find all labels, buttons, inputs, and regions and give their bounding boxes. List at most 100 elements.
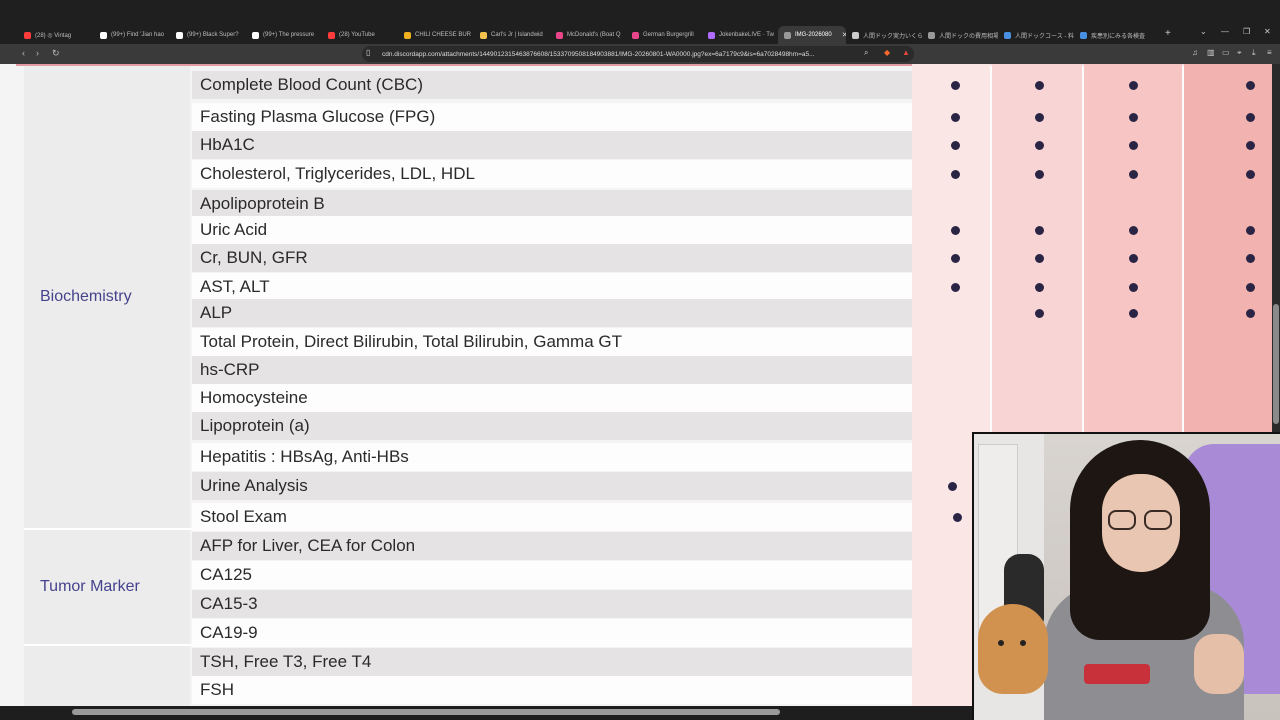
category-tumor-marker: Tumor Marker	[24, 530, 190, 644]
table-row: Uric Acid	[192, 216, 912, 244]
tab-label: IMG-2026080	[795, 32, 832, 38]
tab-label: (28) YouTube	[339, 32, 375, 38]
table-row: Complete Blood Count (CBC)	[192, 71, 912, 99]
maximize-icon[interactable]: ❐	[1243, 27, 1250, 36]
menu-icon[interactable]: ≡	[1267, 48, 1272, 57]
browser-tab[interactable]: Carl's Jr | Islandwid	[474, 26, 550, 44]
browser-tab[interactable]: 人間ドックの費用相場	[922, 26, 998, 44]
address-toolbar: ‹ › ↻ cdn.discordapp.com/attachments/144…	[0, 44, 1280, 64]
sidebar-icon[interactable]: ▥	[1207, 48, 1215, 57]
new-tab-plus-icon[interactable]: +	[1165, 28, 1171, 39]
minimize-icon[interactable]: —	[1221, 27, 1229, 36]
globe-icon	[784, 31, 791, 39]
test-name: ALP	[200, 303, 233, 322]
included-mark-dot	[1246, 170, 1255, 179]
browser-tab[interactable]: (99+) The pressure	[246, 26, 322, 44]
browser-tab[interactable]: 疾患別にみる各検査	[1074, 26, 1150, 44]
category-label: Tumor Marker	[40, 578, 140, 595]
included-mark-dot	[1246, 226, 1255, 235]
wallet-icon[interactable]: ▭	[1222, 48, 1230, 57]
download-icon[interactable]: ⤓	[1252, 48, 1256, 58]
star-icon	[404, 31, 411, 39]
included-mark-dot	[1246, 309, 1255, 318]
browser-tab[interactable]: German Burgergrill	[626, 26, 702, 44]
close-window-icon[interactable]: ✕	[1264, 27, 1271, 36]
plush-dog	[978, 604, 1048, 694]
browser-tab[interactable]: (28) ◎ Vintag	[18, 26, 94, 44]
tab-label: German Burgergrill	[643, 32, 694, 38]
table-row: Hepatitis : HBsAg, Anti-HBs	[192, 443, 912, 471]
brave-rewards-icon[interactable]: ▲	[902, 48, 910, 57]
browser-tab[interactable]: 人間ドックコース - 料金	[998, 26, 1074, 44]
browser-window: (28) ◎ Vintag (99+) Find 'Jian hao (99+) B…	[0, 0, 1280, 720]
tab-label: Carl's Jr | Islandwid	[491, 32, 543, 38]
browser-tab[interactable]: (99+) Black Super?	[170, 26, 246, 44]
glasses-left	[1108, 510, 1136, 530]
tiktok-icon	[176, 31, 183, 39]
browser-tab[interactable]: 人間ドック実力いくら	[846, 26, 922, 44]
included-mark-dot	[1035, 113, 1044, 122]
table-row: Urine Analysis	[192, 472, 912, 500]
table-row: TSH, Free T3, Free T4	[192, 648, 912, 676]
included-mark-dot	[1129, 283, 1138, 292]
reload-icon[interactable]: ↻	[52, 48, 60, 59]
test-name: AFP for Liver, CEA for Colon	[200, 536, 416, 555]
browser-tab[interactable]: (99+) Find 'Jian hao	[94, 26, 170, 44]
back-icon[interactable]: ‹	[22, 48, 25, 58]
browser-tab[interactable]: McDonald's (Boat Q	[550, 26, 626, 44]
table-row: AFP for Liver, CEA for Colon	[192, 532, 912, 560]
included-mark-dot	[953, 513, 962, 522]
included-mark-dot	[1129, 141, 1138, 150]
forward-icon[interactable]: ›	[36, 48, 39, 58]
included-mark-dot	[1035, 141, 1044, 150]
table-row: Lipoprotein (a)	[192, 412, 912, 440]
tab-label: (99+) The pressure	[263, 32, 315, 38]
browser-tab[interactable]: IMG-2026080 ✕	[778, 26, 846, 44]
test-name: Homocysteine	[200, 388, 308, 407]
test-name: CA125	[200, 565, 252, 584]
vpn-icon[interactable]: ⌖	[1237, 48, 1242, 58]
category-biochemistry: Biochemistry	[24, 66, 190, 528]
media-icon[interactable]: ♫	[1192, 48, 1198, 57]
table-row: ALP	[192, 299, 912, 327]
table-row: Apolipoprotein B	[192, 190, 912, 218]
brave-shield-icon[interactable]: ◆	[884, 48, 890, 57]
tiktok-icon	[100, 31, 107, 39]
browser-tab[interactable]: CHILI CHEESE BUR	[398, 26, 474, 44]
globe-icon	[928, 31, 935, 39]
table-row: Fasting Plasma Glucose (FPG)	[192, 103, 912, 131]
test-name: Cr, BUN, GFR	[200, 248, 308, 267]
included-mark-dot	[1129, 81, 1138, 90]
tab-label: (99+) Black Super?	[187, 32, 239, 38]
table-row: Homocysteine	[192, 384, 912, 412]
test-name: Hepatitis : HBsAg, Anti-HBs	[200, 447, 409, 466]
tab-label: 人間ドックの費用相場	[939, 33, 998, 40]
zoom-icon[interactable]: ⌕	[864, 48, 868, 58]
tab-search-chevron-icon[interactable]: ⌄	[1200, 27, 1207, 36]
browser-tab[interactable]: (28) YouTube	[322, 26, 398, 44]
test-name: Complete Blood Count (CBC)	[200, 75, 423, 94]
streamer-hand	[1194, 634, 1244, 694]
doc-icon	[556, 31, 563, 39]
included-mark-dot	[951, 81, 960, 90]
test-name: Apolipoprotein B	[200, 194, 325, 213]
test-name: hs-CRP	[200, 360, 260, 379]
vertical-scroll-thumb[interactable]	[1273, 304, 1279, 424]
test-name: Lipoprotein (a)	[200, 416, 310, 435]
bookmark-icon[interactable]: ▯	[366, 48, 370, 57]
tab-label: (28) ◎ Vintag	[35, 32, 72, 39]
browser-tab[interactable]: JokenbakeLIVE · Tw	[702, 26, 778, 44]
doc-icon	[480, 31, 487, 39]
table-row: CA15-3	[192, 590, 912, 618]
included-mark-dot	[1246, 81, 1255, 90]
streamer-face	[1102, 474, 1180, 572]
included-mark-dot	[1035, 283, 1044, 292]
test-name: Cholesterol, Triglycerides, LDL, HDL	[200, 164, 475, 183]
included-mark-dot	[951, 113, 960, 122]
address-bar[interactable]: cdn.discordapp.com/attachments/144901231…	[362, 46, 914, 62]
tab-label: 人間ドックコース - 料金	[1015, 33, 1074, 40]
horizontal-scroll-thumb[interactable]	[72, 709, 780, 715]
test-name: AST, ALT	[200, 277, 270, 296]
test-name: Uric Acid	[200, 220, 268, 239]
table-row: CA125	[192, 561, 912, 589]
